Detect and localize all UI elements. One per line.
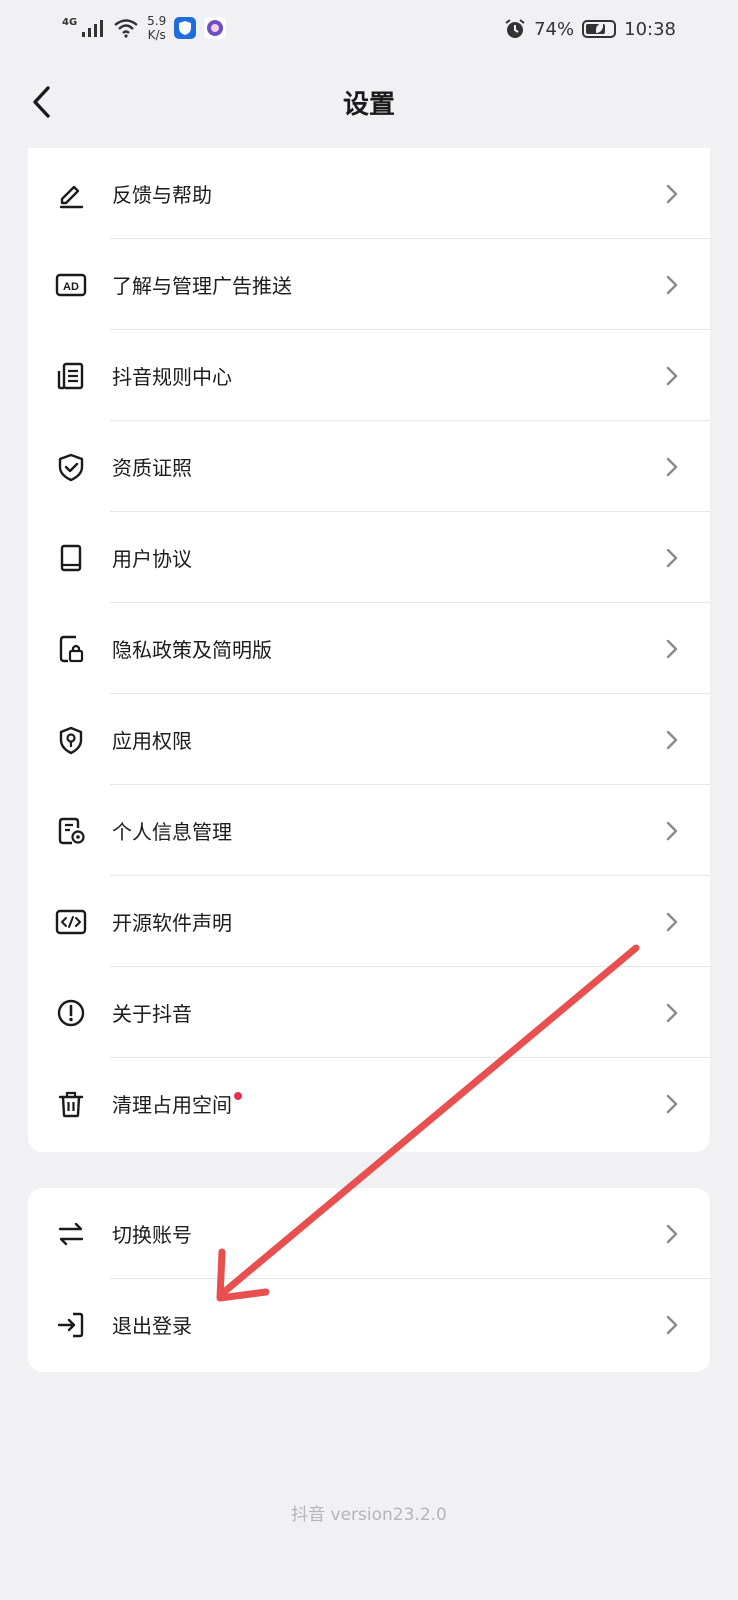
status-left: 4G 5.9 K/s xyxy=(62,14,227,42)
info-circle-icon xyxy=(54,996,88,1030)
account-card: 切换账号 退出登录 xyxy=(28,1188,710,1372)
nav-bar: 设置 xyxy=(0,72,738,136)
security-app-icon xyxy=(174,17,197,39)
location-shield-icon xyxy=(54,723,88,757)
trash-icon xyxy=(54,1087,88,1121)
settings-row[interactable]: 清理占用空间 xyxy=(28,1058,710,1149)
ad-icon: AD xyxy=(54,268,88,302)
chevron-right-icon xyxy=(666,912,678,931)
settings-row-label: 了解与管理广告推送 xyxy=(112,274,292,298)
chevron-right-icon xyxy=(666,1315,678,1334)
page-title: 设置 xyxy=(342,90,395,120)
clock: 10:38 xyxy=(624,18,676,40)
chevron-right-icon xyxy=(666,730,678,749)
settings-row-label: 反馈与帮助 xyxy=(112,183,212,207)
chevron-right-icon xyxy=(666,548,678,567)
settings-card: 反馈与帮助 AD 了解与管理广告推送 抖音规则中心 资质证照用户协议隐私政策及简明版 应用… xyxy=(28,148,710,1152)
settings-row[interactable]: 退出登录 xyxy=(28,1279,710,1370)
alarm-icon xyxy=(505,19,525,38)
battery-icon xyxy=(582,20,617,38)
rules-document-icon xyxy=(54,359,88,393)
signal-icon xyxy=(82,20,104,37)
settings-row-label: 清理占用空间 xyxy=(112,1089,242,1118)
chevron-right-icon xyxy=(666,1003,678,1022)
settings-row-label: 用户协议 xyxy=(112,547,192,571)
settings-row[interactable]: 关于抖音 xyxy=(28,967,710,1058)
wifi-icon xyxy=(114,19,138,38)
battery-percent: 74% xyxy=(534,18,575,40)
settings-row[interactable]: 用户协议 xyxy=(28,512,710,603)
settings-row[interactable]: 反馈与帮助 xyxy=(28,148,710,239)
settings-row[interactable]: AD 了解与管理广告推送 xyxy=(28,239,710,330)
settings-row[interactable]: 隐私政策及简明版 xyxy=(28,603,710,694)
speed-unit: K/s xyxy=(147,28,166,42)
switch-arrows-icon xyxy=(54,1217,88,1251)
settings-row[interactable]: 应用权限 xyxy=(28,694,710,785)
settings-row-label: 隐私政策及简明版 xyxy=(112,638,272,662)
chevron-right-icon xyxy=(666,1094,678,1113)
assistant-app-icon xyxy=(204,17,227,39)
pencil-icon xyxy=(54,177,88,211)
shield-check-icon xyxy=(54,450,88,484)
chevron-right-icon xyxy=(666,821,678,840)
status-bar: 4G 5.9 K/s 74% 10:38 xyxy=(0,0,738,60)
logout-icon xyxy=(54,1308,88,1342)
code-icon xyxy=(54,905,88,939)
svg-text:AD: AD xyxy=(63,281,79,293)
chevron-right-icon xyxy=(666,184,678,203)
chevron-right-icon xyxy=(666,275,678,294)
settings-row[interactable]: 个人信息管理 xyxy=(28,785,710,876)
chevron-right-icon xyxy=(666,639,678,658)
settings-row[interactable]: 资质证照 xyxy=(28,421,710,512)
speed-value: 5.9 xyxy=(147,14,167,28)
chevron-right-icon xyxy=(666,457,678,476)
settings-row[interactable]: 开源软件声明 xyxy=(28,876,710,967)
network-type: 4G xyxy=(62,16,78,28)
settings-row-label: 个人信息管理 xyxy=(112,820,232,844)
chevron-right-icon xyxy=(666,1224,678,1243)
settings-row-label: 关于抖音 xyxy=(112,1002,192,1026)
book-icon xyxy=(54,541,88,575)
network-speed: 5.9 K/s xyxy=(147,14,166,42)
privacy-lock-icon xyxy=(54,632,88,666)
settings-row-label: 退出登录 xyxy=(112,1314,192,1338)
settings-row-label: 资质证照 xyxy=(112,456,192,480)
settings-row-label: 抖音规则中心 xyxy=(112,365,232,389)
version-label: 抖音 version23.2.0 xyxy=(291,1505,447,1525)
settings-row[interactable]: 切换账号 xyxy=(28,1188,710,1279)
settings-row-label: 切换账号 xyxy=(112,1223,192,1247)
notification-dot xyxy=(234,1092,242,1100)
settings-row-label: 开源软件声明 xyxy=(112,911,232,935)
settings-row-label: 应用权限 xyxy=(112,729,192,753)
chevron-right-icon xyxy=(666,366,678,385)
personal-info-icon xyxy=(54,814,88,848)
status-right: 74% 10:38 xyxy=(504,18,676,40)
settings-row[interactable]: 抖音规则中心 xyxy=(28,330,710,421)
